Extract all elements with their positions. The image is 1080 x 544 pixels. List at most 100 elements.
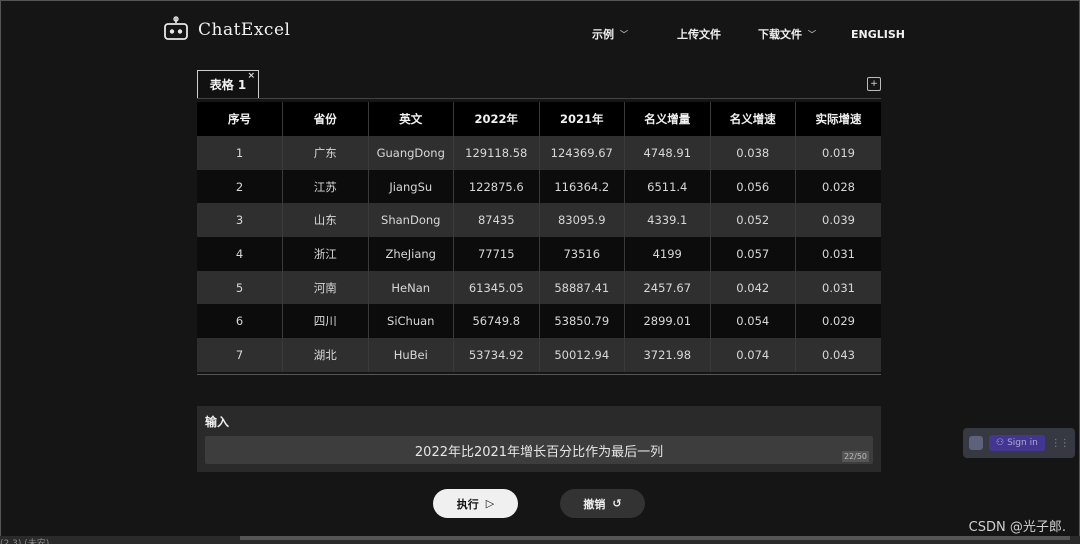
nav-examples[interactable]: 示例 ﹀ xyxy=(592,27,628,41)
table-cell[interactable]: 116364.2 xyxy=(539,169,625,204)
table-cell[interactable]: 124369.67 xyxy=(539,136,625,170)
table-cell[interactable]: 0.043 xyxy=(795,338,881,372)
column-header[interactable]: 名义增量 xyxy=(624,102,711,136)
nav-upload[interactable]: 上传文件 xyxy=(677,27,721,41)
table-row[interactable]: 5 河南 HeNan 61345.05 58887.41 2457.67 0.042 0.03… xyxy=(197,270,881,305)
execute-button[interactable]: 执行 ▷ xyxy=(433,489,518,518)
table-cell[interactable]: HeNan xyxy=(368,270,454,305)
execute-label: 执行 xyxy=(456,497,479,511)
table-cell[interactable]: 6 xyxy=(197,304,283,339)
table-cell[interactable]: 83095.9 xyxy=(539,203,625,238)
column-header[interactable]: 英文 xyxy=(368,102,454,136)
data-table: 序号 省份 英文 2022年 2021年 名义增量 名义增速 实际增速 1 广东 GuangDon… xyxy=(197,102,881,372)
table-cell[interactable]: 4 xyxy=(197,237,283,271)
table-cell[interactable]: 山东 xyxy=(282,203,369,238)
table-cell[interactable]: 0.056 xyxy=(710,169,796,204)
table-cell[interactable]: 四川 xyxy=(282,304,369,339)
column-header[interactable]: 2021年 xyxy=(539,102,625,136)
table-cell[interactable]: 0.028 xyxy=(795,169,881,204)
table-cell[interactable]: 5 xyxy=(197,270,283,305)
table-cell[interactable]: HuBei xyxy=(368,338,454,372)
table-cell[interactable]: 浙江 xyxy=(282,237,369,271)
table-cell[interactable]: 2457.67 xyxy=(624,270,711,305)
table-cell[interactable]: 129118.58 xyxy=(453,136,540,170)
undo-button[interactable]: 撤销 ↺ xyxy=(560,489,645,518)
table-cell[interactable]: 7 xyxy=(197,338,283,372)
table-cell[interactable]: 56749.8 xyxy=(453,304,540,339)
table-row[interactable]: 2 江苏 JiangSu 122875.6 116364.2 6511.4 0.056 0.0… xyxy=(197,169,881,204)
table-cell[interactable]: ZheJiang xyxy=(368,237,454,271)
horizontal-scrollbar[interactable] xyxy=(240,536,1070,540)
table-cell[interactable]: 江苏 xyxy=(282,169,369,204)
table-cell[interactable]: 4339.1 xyxy=(624,203,711,238)
floating-widget: ⚇ Sign in ⋮⋮ xyxy=(963,428,1075,458)
table-cell[interactable]: 0.031 xyxy=(795,237,881,271)
table-cell[interactable]: 53734.92 xyxy=(453,338,540,372)
tab-sheet-1[interactable]: 表格 1 × xyxy=(197,70,259,98)
nav-english[interactable]: ENGLISH xyxy=(851,27,905,41)
column-header[interactable]: 序号 xyxy=(197,102,283,136)
table-cell[interactable]: 77715 xyxy=(453,237,540,271)
table-row[interactable]: 7 湖北 HuBei 53734.92 50012.94 3721.98 0.074 0.04… xyxy=(197,338,881,372)
logo[interactable]: ChatExcel xyxy=(162,16,290,44)
add-tab-icon[interactable]: + xyxy=(867,77,881,91)
table-cell[interactable]: 73516 xyxy=(539,237,625,271)
user-icon: ⚇ xyxy=(996,438,1005,448)
data-table-container[interactable]: 序号 省份 英文 2022年 2021年 名义增量 名义增速 实际增速 1 广东 GuangDon… xyxy=(197,102,881,375)
table-row[interactable]: 1 广东 GuangDong 129118.58 124369.67 4748.91 0.0… xyxy=(197,136,881,170)
table-cell[interactable]: 53850.79 xyxy=(539,304,625,339)
table-cell[interactable]: ShanDong xyxy=(368,203,454,238)
table-cell[interactable]: 0.029 xyxy=(795,304,881,339)
sign-in-button[interactable]: ⚇ Sign in xyxy=(989,435,1045,451)
tab-divider xyxy=(197,98,881,99)
close-icon[interactable]: × xyxy=(247,71,255,81)
widget-logo-icon xyxy=(969,436,983,450)
table-cell[interactable]: SiChuan xyxy=(368,304,454,339)
table-row[interactable]: 3 山东 ShanDong 87435 83095.9 4339.1 0.052 0.039 xyxy=(197,203,881,238)
table-cell[interactable]: 0.039 xyxy=(795,203,881,238)
table-cell[interactable]: 1 xyxy=(197,136,283,170)
table-cell[interactable]: 2899.01 xyxy=(624,304,711,339)
table-cell[interactable]: GuangDong xyxy=(368,136,454,170)
column-header[interactable]: 实际增速 xyxy=(795,102,881,136)
table-cell[interactable]: 2 xyxy=(197,169,283,204)
table-cell[interactable]: 58887.41 xyxy=(539,270,625,305)
input-label: 输入 xyxy=(205,415,230,429)
nav-english-label: ENGLISH xyxy=(851,27,905,41)
column-header[interactable]: 省份 xyxy=(282,102,369,136)
chevron-down-icon: ﹀ xyxy=(620,29,628,39)
nav-download-label: 下载文件 xyxy=(758,28,802,41)
table-cell[interactable]: 4748.91 xyxy=(624,136,711,170)
table-cell[interactable]: 87435 xyxy=(453,203,540,238)
table-cell[interactable]: JiangSu xyxy=(368,169,454,204)
table-cell[interactable]: 河南 xyxy=(282,270,369,305)
table-cell[interactable]: 4199 xyxy=(624,237,711,271)
table-cell[interactable]: 3721.98 xyxy=(624,338,711,372)
chevron-down-icon: ﹀ xyxy=(808,29,816,39)
undo-label: 撤销 xyxy=(583,497,606,511)
table-cell[interactable]: 0.038 xyxy=(710,136,796,170)
query-input[interactable]: 2022年比2021年增长百分比作为最后一列 22/50 xyxy=(205,436,873,464)
drag-handle-icon[interactable]: ⋮⋮ xyxy=(1051,438,1070,449)
table-row[interactable]: 6 四川 SiChuan 56749.8 53850.79 2899.01 0.054 0.0… xyxy=(197,304,881,339)
table-cell[interactable]: 0.054 xyxy=(710,304,796,339)
column-header[interactable]: 2022年 xyxy=(453,102,540,136)
table-cell[interactable]: 3 xyxy=(197,203,283,238)
table-cell[interactable]: 0.052 xyxy=(710,203,796,238)
column-header[interactable]: 名义增速 xyxy=(710,102,796,136)
table-cell[interactable]: 61345.05 xyxy=(453,270,540,305)
table-cell[interactable]: 0.057 xyxy=(710,237,796,271)
table-cell[interactable]: 湖北 xyxy=(282,338,369,372)
table-cell[interactable]: 0.019 xyxy=(795,136,881,170)
table-cell[interactable]: 广东 xyxy=(282,136,369,170)
nav-download[interactable]: 下载文件 ﹀ xyxy=(758,27,816,41)
table-cell[interactable]: 50012.94 xyxy=(539,338,625,372)
table-cell[interactable]: 0.042 xyxy=(710,270,796,305)
table-row[interactable]: 4 浙江 ZheJiang 77715 73516 4199 0.057 0.031 xyxy=(197,237,881,271)
table-cell[interactable]: 0.031 xyxy=(795,270,881,305)
table-cell[interactable]: 0.074 xyxy=(710,338,796,372)
table-cell[interactable]: 122875.6 xyxy=(453,169,540,204)
robot-icon xyxy=(164,16,188,40)
sign-in-label: Sign in xyxy=(1007,438,1038,448)
table-cell[interactable]: 6511.4 xyxy=(624,169,711,204)
